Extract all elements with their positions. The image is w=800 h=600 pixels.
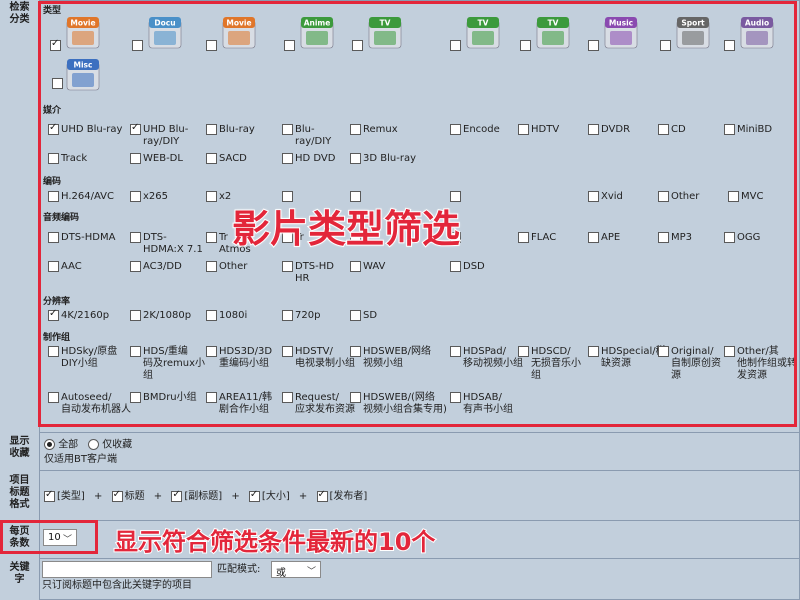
radio-only-label: 仅收藏 xyxy=(102,439,133,451)
radio-only-dot[interactable] xyxy=(88,439,99,450)
keyword-note: 只订阅标题中包含此关键字的项目 xyxy=(42,580,192,591)
divider xyxy=(0,470,800,471)
format-title-label: 标题 xyxy=(124,491,145,502)
checkbox-title[interactable] xyxy=(111,489,123,502)
format-size-label: [大小] xyxy=(261,491,290,502)
plus-sign: + xyxy=(298,491,308,502)
divider xyxy=(0,520,800,521)
radio-all-label: 全部 xyxy=(58,439,79,451)
radio-all-dot[interactable] xyxy=(44,439,55,450)
checkbox-publisher[interactable] xyxy=(316,489,328,502)
match-mode-select[interactable]: 或 ﹀ xyxy=(271,561,321,579)
plus-sign: + xyxy=(153,491,163,502)
overlay-filter-caption: 影片类型筛选 xyxy=(231,206,461,252)
format-publisher-label: [发布者] xyxy=(329,491,368,502)
label-keyword: 关键 字 xyxy=(0,558,40,600)
divider xyxy=(0,558,800,559)
radio-only-favorites[interactable]: 仅收藏 xyxy=(88,439,132,452)
per-page-highlight-box xyxy=(0,520,98,554)
checkbox-size[interactable] xyxy=(248,489,260,502)
chevron-down-icon: ﹀ xyxy=(306,567,316,577)
match-mode-value: 或 xyxy=(276,568,286,579)
checkbox-subtitle[interactable] xyxy=(171,489,183,502)
radio-all[interactable]: 全部 xyxy=(44,439,78,452)
label-search-category: 检索 分类 xyxy=(0,0,40,432)
format-subtitle-label: [副标题] xyxy=(184,491,223,502)
format-type-label: [类型] xyxy=(57,491,85,502)
favorites-note: 仅适用BT客户端 xyxy=(44,454,117,465)
title-format-row: [类型] + 标题 + [副标题] + [大小] + [发布者] xyxy=(44,489,368,503)
match-mode-label: 匹配模式: xyxy=(217,564,261,575)
overlay-per-page-caption: 显示符合筛选条件最新的10个 xyxy=(113,527,436,557)
checkbox-type[interactable] xyxy=(44,489,55,502)
label-title-format: 项目 标题 格式 xyxy=(0,470,40,520)
plus-sign: + xyxy=(231,491,240,502)
plus-sign: + xyxy=(94,491,103,502)
label-display-favorites: 显示 收藏 xyxy=(0,432,40,470)
keyword-input[interactable] xyxy=(42,561,212,578)
divider xyxy=(0,432,800,433)
